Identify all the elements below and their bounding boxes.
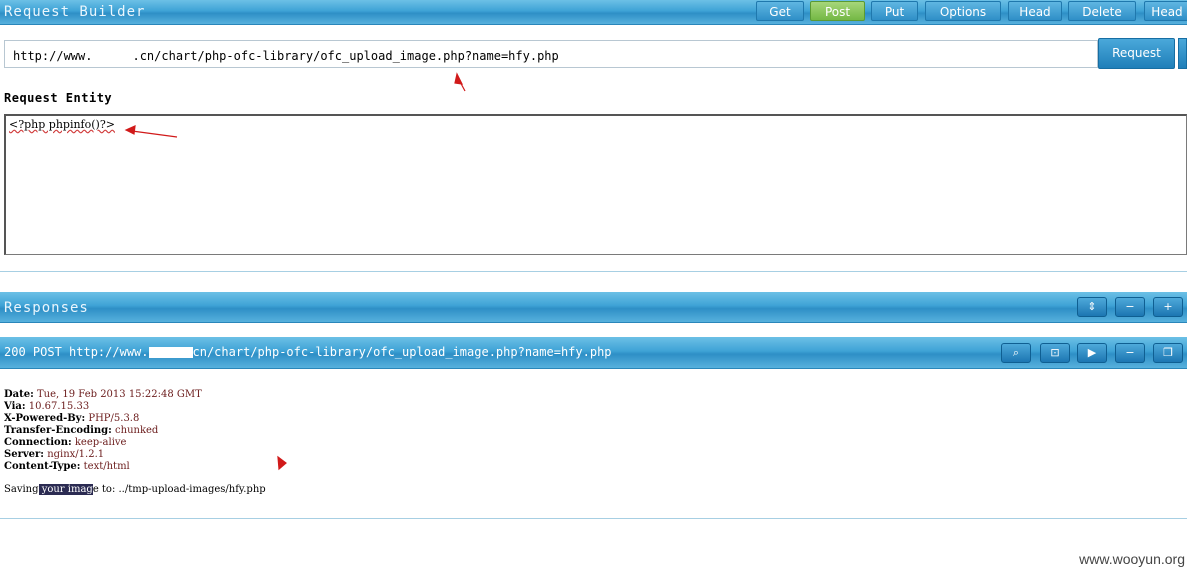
post-method-button[interactable]: Post (810, 1, 865, 21)
request-button[interactable]: Request (1098, 38, 1175, 69)
request-entity-label: Request Entity (4, 91, 113, 105)
header-row: Via: 10.67.15.33 (4, 401, 90, 412)
response-body: Saving your image to: ../tmp-upload-imag… (4, 484, 266, 495)
request-menu-button[interactable] (1178, 38, 1187, 69)
request-builder-toolbar: Request Builder Get Post Put Options Hea… (0, 0, 1187, 25)
delete-method-button[interactable]: Delete (1068, 1, 1136, 21)
header-row: Server: nginx/1.2.1 (4, 449, 105, 460)
minus-icon[interactable]: − (1115, 297, 1145, 317)
plus-icon[interactable]: + (1153, 297, 1183, 317)
restore-window-icon[interactable]: ❐ (1153, 343, 1183, 363)
search-icon[interactable]: ⌕ (1001, 343, 1031, 363)
divider (0, 518, 1187, 519)
options-method-button[interactable]: Options (925, 1, 1001, 21)
play-icon[interactable]: ▶ (1077, 343, 1107, 363)
request-builder-title: Request Builder (4, 4, 146, 20)
responses-title: Responses (4, 300, 89, 316)
redaction-mask (92, 51, 133, 62)
unlock-icon[interactable]: ⊡ (1040, 343, 1070, 363)
request-entity-body: <?php phpinfo()?> (9, 118, 115, 131)
head-method-button-2[interactable]: Head (1144, 1, 1187, 21)
header-row: Content-Type: text/html (4, 461, 130, 472)
minus-icon[interactable]: − (1115, 343, 1145, 363)
divider (0, 271, 1187, 272)
header-row: X-Powered-By: PHP/5.3.8 (4, 413, 140, 424)
annotation-arrow (457, 77, 466, 92)
responses-header: Responses ⇕ − + (0, 292, 1187, 323)
request-entity-textarea[interactable]: <?php phpinfo()?> (4, 114, 1187, 255)
expand-collapse-icon[interactable]: ⇕ (1077, 297, 1107, 317)
response-item-header[interactable]: 200 POST http://www. cn/chart/php-ofc-lib… (0, 337, 1187, 369)
response-status-line: 200 POST http://www. cn/chart/php-ofc-lib… (4, 345, 612, 359)
header-row: Date: Tue, 19 Feb 2013 15:22:48 GMT (4, 389, 202, 400)
annotation-arrowhead (454, 72, 464, 85)
watermark: www.wooyun.org (1079, 551, 1185, 567)
url-input[interactable]: http://www. .cn/chart/php-ofc-library/ofc… (4, 40, 1098, 68)
header-row: Transfer-Encoding: chunked (4, 425, 159, 436)
selected-text: your imag (38, 484, 93, 495)
head-method-button[interactable]: Head (1008, 1, 1062, 21)
response-headers: Date: Tue, 19 Feb 2013 15:22:48 GMT Via:… (4, 389, 202, 473)
redaction-mask (148, 347, 193, 358)
header-row: Connection: keep-alive (4, 437, 127, 448)
put-method-button[interactable]: Put (871, 1, 918, 21)
url-text: http://www. .cn/chart/php-ofc-library/ofc… (13, 49, 559, 63)
annotation-arrowhead (277, 455, 287, 471)
get-method-button[interactable]: Get (756, 1, 804, 21)
